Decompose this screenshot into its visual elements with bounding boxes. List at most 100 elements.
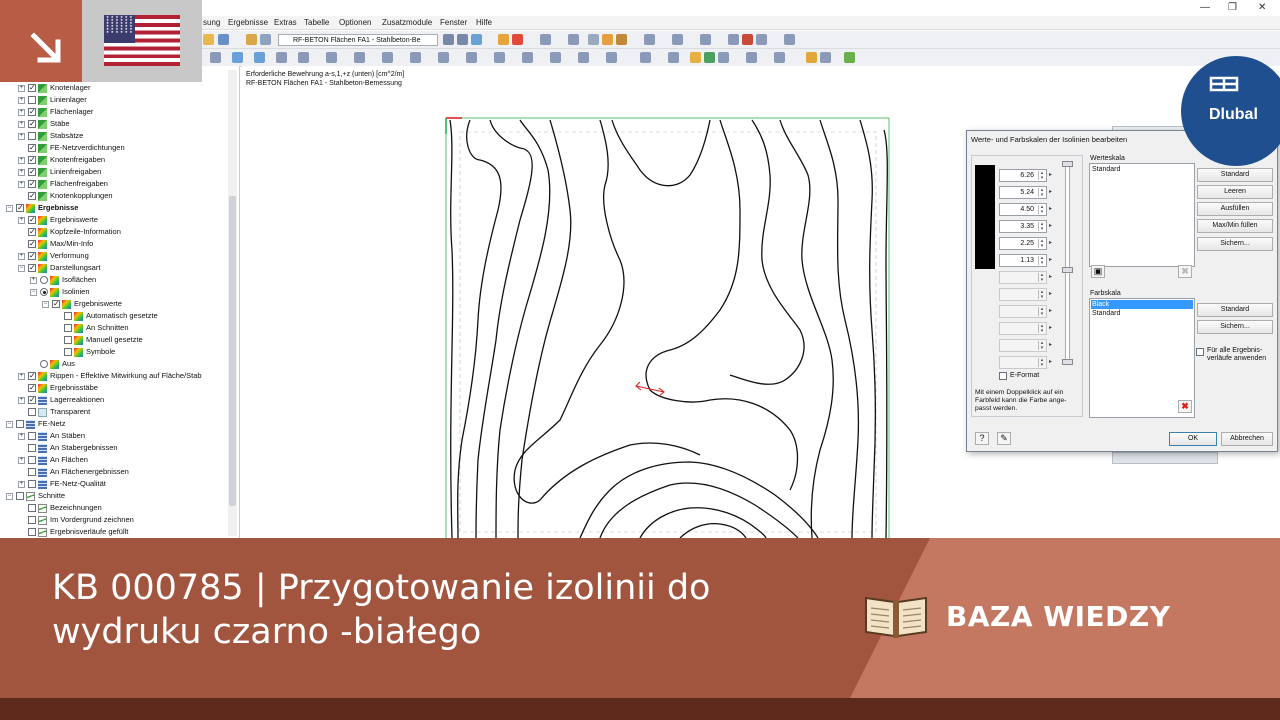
tree-item[interactable]: Ergebnisverläufe gefüllt	[18, 526, 128, 538]
value-pointer-icon[interactable]: ▸	[1049, 339, 1056, 352]
slider-knob-middle[interactable]	[1062, 267, 1073, 273]
tree-item[interactable]: + Lagerreaktionen	[18, 394, 104, 406]
expand-icon[interactable]: +	[18, 84, 25, 92]
werteskala-ausfuellen-button[interactable]: Ausfüllen	[1197, 202, 1273, 216]
spinner-icon[interactable]: ▴ ▾	[1038, 358, 1045, 367]
tree-checkbox[interactable]	[28, 142, 36, 154]
tree-item[interactable]: Kopfzeile-Information	[18, 226, 121, 238]
layer-icon[interactable]	[718, 52, 729, 63]
rotate-icon[interactable]	[644, 34, 655, 45]
tree-checkbox[interactable]	[16, 202, 24, 214]
tree-checkbox[interactable]	[28, 178, 36, 190]
tree-checkbox[interactable]	[28, 528, 36, 537]
tree-checkbox[interactable]	[16, 420, 24, 429]
color-swatch-bar[interactable]	[975, 165, 995, 269]
zoom-icon[interactable]	[672, 34, 683, 45]
help-icon[interactable]	[784, 34, 795, 45]
value-pointer-icon[interactable]: ▸	[1049, 203, 1056, 216]
language-tile[interactable]: ★ ★ ★ ★ ★ ★ ★ ★ ★ ★ ★ ★ ★ ★ ★ ★ ★ ★ ★ ★ …	[82, 0, 202, 82]
value-pointer-icon[interactable]: ▸	[1049, 169, 1056, 182]
isoline-value-field[interactable]: 1.13 ▴ ▾	[999, 254, 1047, 267]
tree-item[interactable]: − FE-Netz	[6, 418, 66, 430]
spinner-icon[interactable]: ▴ ▾	[1038, 171, 1045, 180]
section-icon[interactable]	[568, 34, 579, 45]
module-combo[interactable]: RF-BETON Flächen FA1 - Stahlbeton-Be	[278, 34, 438, 46]
menu-item-zusatzmodule[interactable]: Zusatzmodule	[382, 18, 432, 27]
wireframe-icon[interactable]	[382, 52, 393, 63]
value-pointer-icon[interactable]: ▸	[1049, 186, 1056, 199]
tree-checkbox[interactable]	[28, 516, 36, 525]
surfaces-icon[interactable]	[494, 52, 505, 63]
tree-checkbox[interactable]	[28, 408, 36, 417]
tree-item[interactable]: + Flächenfreigaben	[18, 178, 108, 190]
tree-checkbox[interactable]	[28, 250, 36, 262]
tree-item[interactable]: − Isolinien	[30, 286, 90, 298]
tree-item[interactable]: Max/Min-Info	[18, 238, 93, 250]
delete-scale-icon[interactable]: ✖	[1178, 265, 1192, 278]
tree-item[interactable]: Symbole	[54, 346, 115, 358]
prev-icon[interactable]	[443, 34, 454, 45]
menu-item-fenster[interactable]: Fenster	[440, 18, 467, 27]
spinner-icon[interactable]: ▴ ▾	[1038, 256, 1045, 265]
tree-checkbox[interactable]	[64, 312, 72, 321]
value-pointer-icon[interactable]: ▸	[1049, 237, 1056, 250]
spinner-icon[interactable]: ▴ ▾	[1038, 341, 1045, 350]
expand-icon[interactable]: +	[18, 432, 25, 440]
tree-item[interactable]: + An Stäben	[18, 430, 85, 442]
isoline-value-field[interactable]: ▴ ▾	[999, 271, 1047, 284]
spinner-icon[interactable]: ▴ ▾	[1038, 205, 1045, 214]
table-icon[interactable]	[246, 34, 257, 45]
table-view-icon[interactable]	[774, 52, 785, 63]
tree-checkbox[interactable]	[28, 382, 36, 394]
werteskala-leeren-button[interactable]: Leeren	[1197, 185, 1273, 199]
collapse-icon[interactable]: −	[18, 264, 25, 272]
tree-checkbox[interactable]	[28, 456, 36, 465]
tree-item[interactable]: + Ergebniswerte	[18, 214, 98, 226]
expand-icon[interactable]: +	[18, 372, 25, 380]
tree-radio[interactable]	[40, 360, 48, 369]
apply-all-checkbox[interactable]	[1196, 348, 1204, 356]
guide-icon[interactable]	[640, 52, 651, 63]
zoom-all-icon[interactable]	[276, 52, 287, 63]
minimize-icon[interactable]: —	[1200, 2, 1210, 13]
cancel-button[interactable]: Abbrechen	[1221, 432, 1273, 446]
spinner-icon[interactable]: ▴ ▾	[1038, 273, 1045, 282]
werteskala-item-standard[interactable]: Standard	[1091, 165, 1193, 174]
tree-checkbox[interactable]	[28, 226, 36, 238]
collapse-icon[interactable]: −	[30, 288, 37, 296]
loads-icon[interactable]	[578, 52, 589, 63]
color-icon[interactable]	[616, 34, 627, 45]
tree-item[interactable]: An Stabergebnissen	[18, 442, 118, 454]
tree-checkbox[interactable]	[64, 336, 72, 345]
isoline-value-field[interactable]: ▴ ▾	[999, 305, 1047, 318]
restore-icon[interactable]: ❐	[1228, 2, 1237, 13]
value-slider-track[interactable]	[1065, 161, 1070, 363]
tree-checkbox[interactable]	[28, 132, 36, 141]
render-icon[interactable]	[354, 52, 365, 63]
spinner-icon[interactable]: ▴ ▾	[1038, 188, 1045, 197]
isoline-value-field[interactable]: ▴ ▾	[999, 288, 1047, 301]
dialog-help-icon[interactable]: ?	[975, 432, 989, 445]
expand-icon[interactable]: +	[18, 168, 25, 176]
e-format-checkbox[interactable]	[999, 372, 1007, 380]
control-panel-tabs[interactable]	[1112, 452, 1218, 464]
spinner-icon[interactable]: ▴ ▾	[1038, 290, 1045, 299]
menu-item-tabelle[interactable]: Tabelle	[304, 18, 329, 27]
tree-checkbox[interactable]	[28, 96, 36, 105]
tree-checkbox[interactable]	[28, 166, 36, 178]
delete-icon[interactable]	[742, 34, 753, 45]
ok-button[interactable]: OK	[1169, 432, 1217, 446]
check-icon[interactable]	[844, 52, 855, 63]
slider-knob-top[interactable]	[1062, 161, 1073, 167]
tree-item[interactable]: + Knotenfreigaben	[18, 154, 105, 166]
solid-icon[interactable]	[410, 52, 421, 63]
lines-icon[interactable]	[466, 52, 477, 63]
value-pointer-icon[interactable]: ▸	[1049, 254, 1056, 267]
close-icon[interactable]: ✕	[1258, 2, 1266, 13]
tree-item[interactable]: FE-Netzverdichtungen	[18, 142, 125, 154]
expand-icon[interactable]: +	[30, 276, 37, 284]
tree-checkbox[interactable]	[28, 394, 36, 406]
copy-icon[interactable]	[746, 52, 757, 63]
tree-checkbox[interactable]	[28, 154, 36, 166]
visibility-icon[interactable]	[704, 52, 715, 63]
